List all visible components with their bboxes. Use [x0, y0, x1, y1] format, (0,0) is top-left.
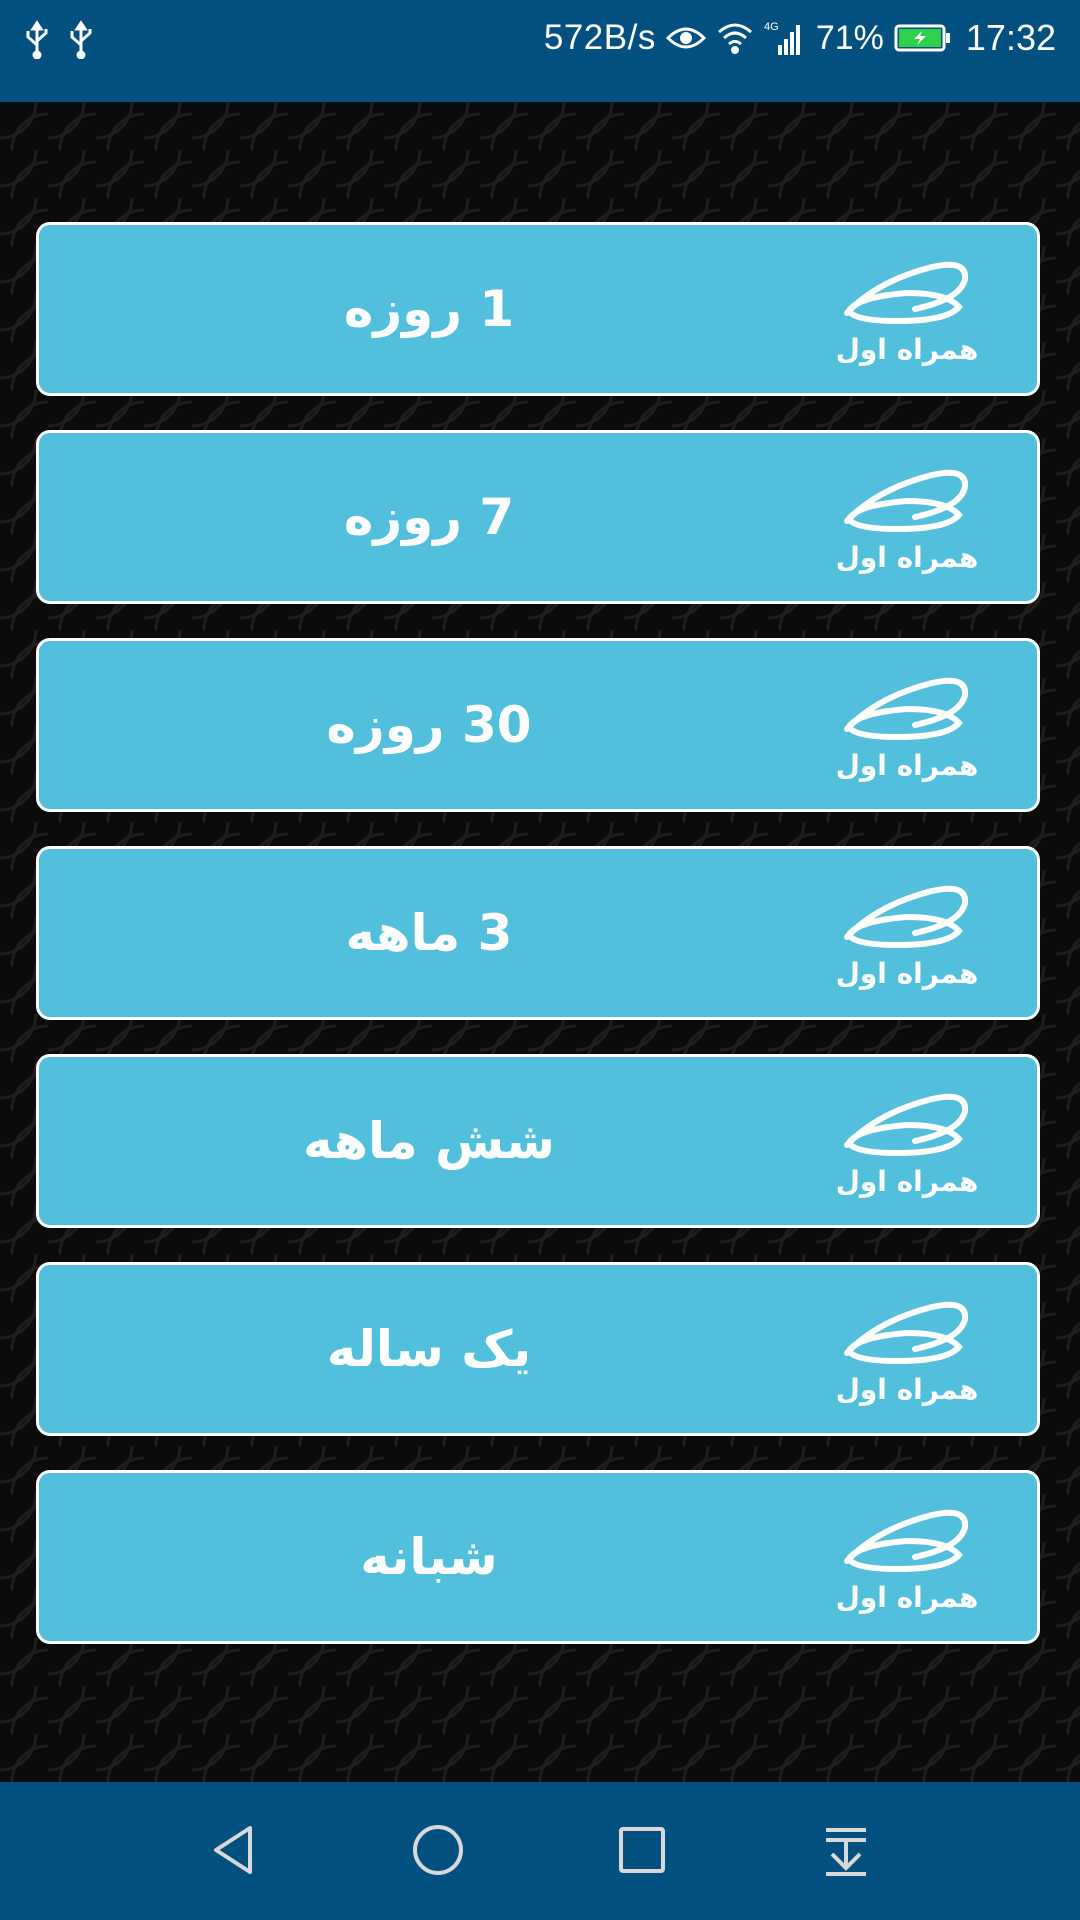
- svg-text:همراه اول: همراه اول: [837, 1165, 977, 1198]
- package-button-7-day[interactable]: 7 روزه همراه اول: [36, 430, 1040, 604]
- battery-percent: 71%: [815, 18, 884, 57]
- clock: 17:32: [965, 17, 1056, 58]
- svg-text:همراه اول: همراه اول: [837, 1581, 977, 1614]
- status-left-icons: [24, 14, 94, 64]
- hamrahe-aval-logo-icon: همراه اول: [837, 1509, 977, 1614]
- package-list-area: 1 روزه همراه اول 7 روزه همراه اول 30 روز…: [0, 102, 1080, 1782]
- package-button-1-year[interactable]: یک ساله همراه اول: [36, 1262, 1040, 1436]
- package-button-6-month[interactable]: شش ماهه همراه اول: [36, 1054, 1040, 1228]
- navigation-bar: [0, 1782, 1080, 1920]
- package-button-3-month[interactable]: 3 ماهه همراه اول: [36, 846, 1040, 1020]
- status-right-info: 572B/s 4G 71% 17:32: [544, 10, 1056, 66]
- package-label: یک ساله: [326, 1320, 532, 1378]
- svg-text:4G: 4G: [764, 21, 779, 33]
- svg-text:همراه اول: همراه اول: [837, 333, 977, 366]
- package-label: شبانه: [360, 1528, 498, 1586]
- package-label: 7 روزه: [343, 488, 515, 546]
- package-label: 30 روزه: [326, 696, 532, 754]
- hamrahe-aval-logo-icon: همراه اول: [837, 885, 977, 990]
- recents-icon[interactable]: [602, 1810, 682, 1890]
- package-label: 1 روزه: [343, 280, 515, 338]
- usb-icon: [68, 19, 94, 59]
- screen: 572B/s 4G 71% 17:32 1 روزه همراه اول 7 ر…: [0, 0, 1080, 1920]
- hamrahe-aval-logo-icon: همراه اول: [837, 1301, 977, 1406]
- package-button-30-day[interactable]: 30 روزه همراه اول: [36, 638, 1040, 812]
- status-bar: 572B/s 4G 71% 17:32: [0, 0, 1080, 102]
- package-label: 3 ماهه: [345, 904, 513, 962]
- battery-charging-icon: [894, 23, 952, 53]
- signal-icon: 4G: [764, 19, 806, 57]
- eye-icon: [665, 23, 706, 53]
- svg-text:همراه اول: همراه اول: [837, 1373, 977, 1406]
- network-speed: 572B/s: [543, 18, 656, 57]
- svg-text:همراه اول: همراه اول: [837, 749, 977, 782]
- back-icon[interactable]: [194, 1810, 274, 1890]
- svg-text:همراه اول: همراه اول: [837, 541, 977, 574]
- hamrahe-aval-logo-icon: همراه اول: [837, 469, 977, 574]
- package-button-1-day[interactable]: 1 روزه همراه اول: [36, 222, 1040, 396]
- usb-icon: [24, 19, 50, 59]
- hamrahe-aval-logo-icon: همراه اول: [837, 677, 977, 782]
- svg-text:همراه اول: همراه اول: [837, 957, 977, 990]
- home-icon[interactable]: [398, 1810, 478, 1890]
- package-list: 1 روزه همراه اول 7 روزه همراه اول 30 روز…: [36, 222, 1044, 1678]
- hamrahe-aval-logo-icon: همراه اول: [837, 1093, 977, 1198]
- wifi-icon: [716, 22, 754, 54]
- notification-pulldown-icon[interactable]: [806, 1810, 886, 1890]
- package-label: شش ماهه: [303, 1112, 555, 1170]
- hamrahe-aval-logo-icon: همراه اول: [837, 261, 977, 366]
- package-button-nightly[interactable]: شبانه همراه اول: [36, 1470, 1040, 1644]
